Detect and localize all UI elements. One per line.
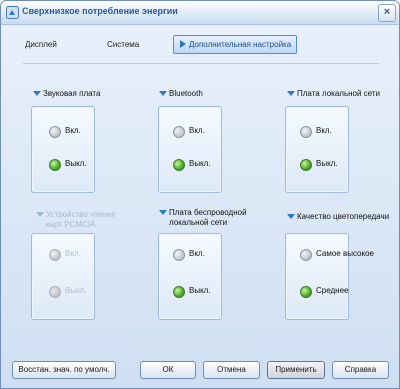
collapse-triangle-icon	[159, 210, 167, 215]
radio-selected-icon	[49, 159, 61, 171]
app-icon	[6, 6, 19, 19]
radio-icon	[173, 126, 185, 138]
collapse-triangle-icon	[159, 91, 167, 96]
close-icon: ×	[383, 6, 391, 18]
radio-icon	[300, 126, 312, 138]
radio-selected-icon	[300, 286, 312, 298]
tab-display[interactable]: Дисплей	[25, 40, 57, 49]
divider	[23, 63, 379, 64]
collapse-triangle-icon	[36, 212, 44, 217]
group-title-sound: Звуковая плата	[33, 89, 100, 99]
group-title-lan: Плата локальной сети	[287, 89, 380, 99]
window-title: Сверхнизкое потребление энергии	[22, 6, 178, 16]
radio-selected-icon	[173, 286, 185, 298]
collapse-triangle-icon	[287, 214, 295, 219]
close-button[interactable]: ×	[378, 4, 396, 22]
group-panel-bluetooth: Вкл. Выкл.	[158, 106, 222, 193]
tab-system[interactable]: Система	[107, 40, 139, 49]
radio-icon	[49, 249, 61, 261]
ok-button[interactable]: ОК	[140, 361, 196, 379]
help-button[interactable]: Справка	[332, 361, 389, 379]
group-panel-pcmcia: Вкл. Выкл.	[31, 233, 95, 320]
radio-icon	[173, 249, 185, 261]
group-panel-sound: Вкл. Выкл.	[31, 106, 95, 193]
radio-selected-icon	[300, 159, 312, 171]
title-bar: Сверхнизкое потребление энергии ×	[1, 1, 399, 25]
tab-advanced-settings-label: Дополнительная настройка	[189, 40, 292, 49]
group-title-color-quality: Качество цветопередачи	[287, 212, 389, 222]
tab-advanced-settings[interactable]: Дополнительная настройка	[173, 35, 297, 54]
cancel-button[interactable]: Отмена	[203, 361, 260, 379]
group-panel-wlan: Вкл. Выкл.	[158, 233, 222, 320]
radio-icon	[300, 249, 312, 261]
apply-button[interactable]: Применить	[267, 361, 325, 379]
group-title-wlan: Плата беспроводной локальной сети	[159, 208, 247, 228]
collapse-triangle-icon	[33, 91, 41, 96]
collapse-triangle-icon	[287, 91, 295, 96]
power-settings-window: Сверхнизкое потребление энергии × Диспле…	[0, 0, 400, 389]
radio-selected-icon	[173, 159, 185, 171]
radio-disabled-icon	[49, 286, 61, 298]
group-panel-color-quality: Самое высокое Среднее	[285, 233, 374, 320]
group-panel-lan: Вкл. Выкл.	[285, 106, 349, 193]
restore-defaults-button[interactable]: Восстан. знач. по умолч.	[12, 361, 116, 379]
play-arrow-icon	[180, 40, 186, 48]
group-title-bluetooth: Bluetooth	[159, 89, 203, 99]
radio-icon	[49, 126, 61, 138]
group-title-pcmcia: Устройство чтения карт PCMCIA	[36, 210, 124, 230]
